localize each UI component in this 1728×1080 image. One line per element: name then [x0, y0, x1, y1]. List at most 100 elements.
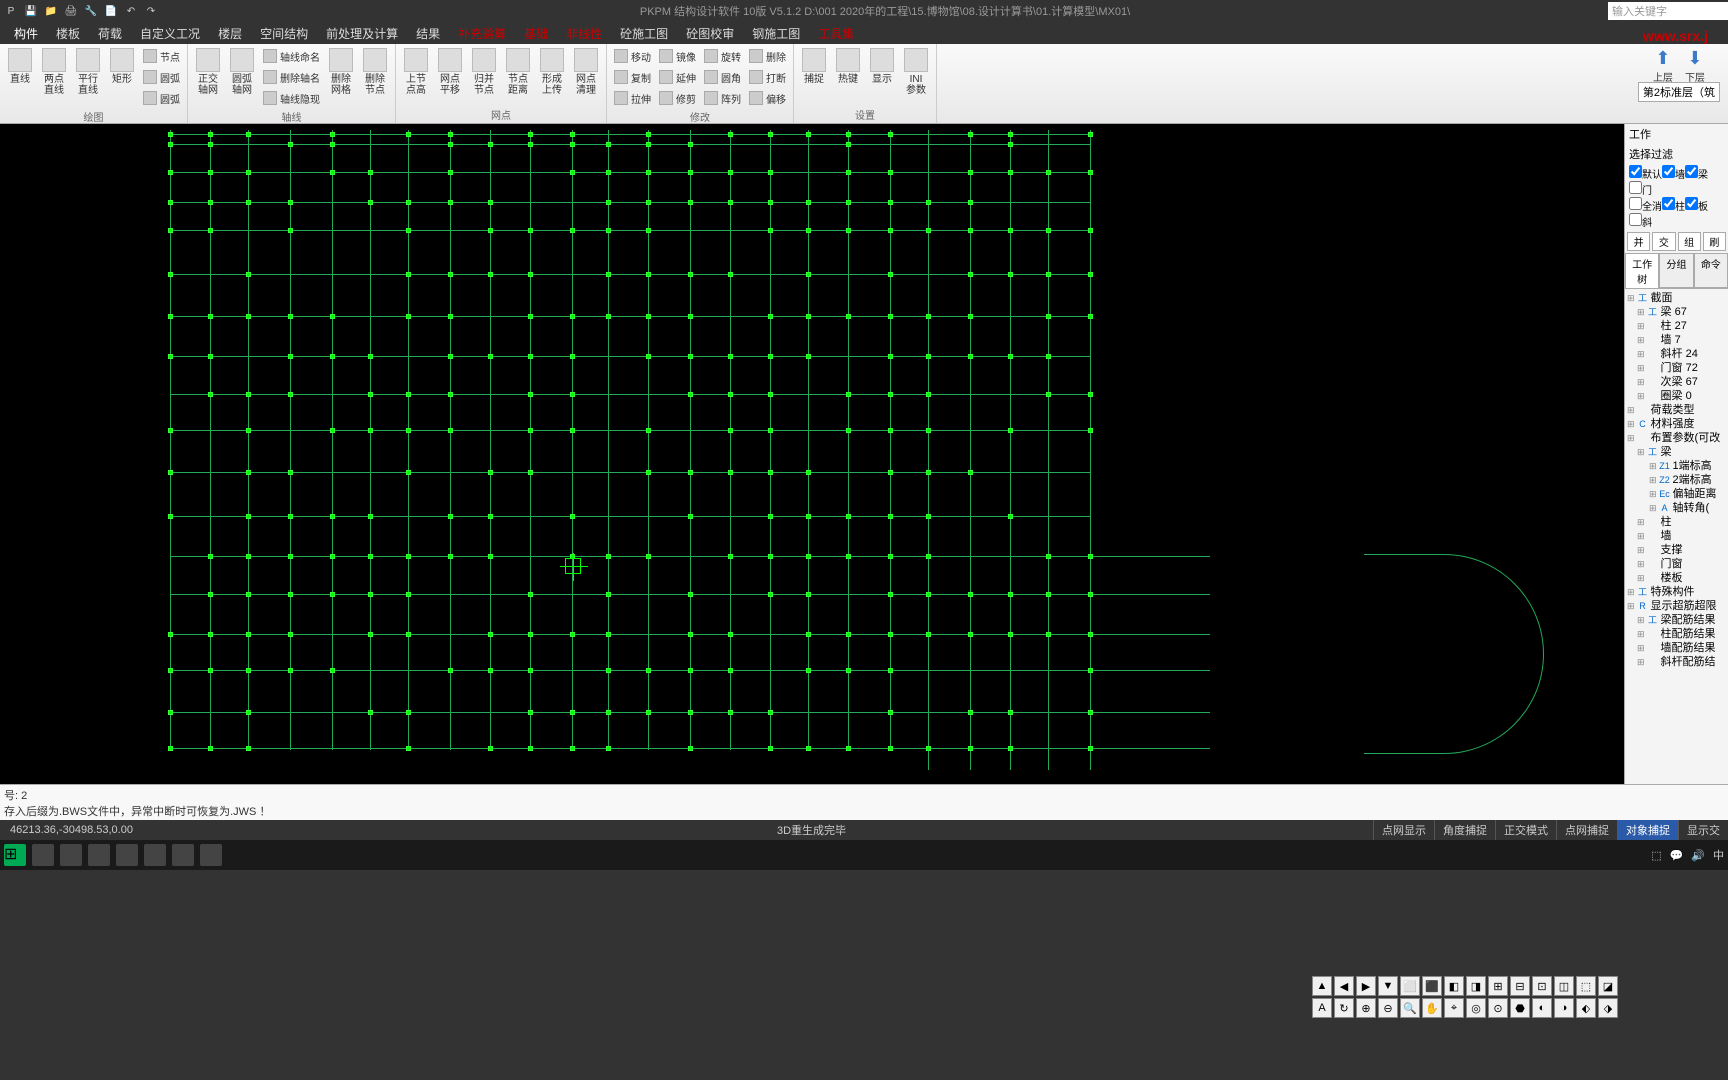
ribbon-btn[interactable]: 网点 平移 — [434, 46, 466, 98]
taskbar-app[interactable] — [172, 844, 194, 866]
view-btn[interactable]: ⬜ — [1400, 976, 1420, 996]
view-btn[interactable]: ⬗ — [1598, 998, 1618, 1018]
rp-btn-组[interactable]: 组 — [1678, 232, 1701, 251]
filter-墙[interactable]: 墙 — [1662, 170, 1685, 181]
menu-钢施工图[interactable]: 钢施工图 — [752, 25, 800, 42]
taskbar-app[interactable] — [88, 844, 110, 866]
ribbon-small-btn[interactable]: 删除 — [746, 46, 789, 66]
view-btn[interactable]: ◎ — [1466, 998, 1486, 1018]
filter-板[interactable]: 板 — [1685, 202, 1708, 213]
view-btn[interactable]: ◫ — [1554, 976, 1574, 996]
tree-item[interactable]: ⊞门窗 — [1625, 557, 1728, 571]
tree-item[interactable]: ⊞工梁 67 — [1625, 305, 1728, 319]
tree-item[interactable]: ⊞墙 7 — [1625, 333, 1728, 347]
view-btn[interactable]: ▼ — [1378, 976, 1398, 996]
filter-柱[interactable]: 柱 — [1662, 202, 1685, 213]
tree-item[interactable]: ⊞斜杆配筋结 — [1625, 655, 1728, 669]
view-btn[interactable]: ◀ — [1334, 976, 1354, 996]
floor-up[interactable]: ⬆上层 — [1650, 48, 1676, 80]
view-btn[interactable]: ⬣ — [1510, 998, 1530, 1018]
tree-item[interactable]: ⊞墙 — [1625, 529, 1728, 543]
ribbon-small-btn[interactable]: 节点 — [140, 46, 183, 66]
ribbon-small-btn[interactable]: 复制 — [611, 67, 654, 87]
ribbon-small-btn[interactable]: 圆弧 — [140, 67, 183, 87]
ime-indicator[interactable]: 中 — [1713, 847, 1724, 863]
taskbar-app[interactable] — [116, 844, 138, 866]
view-btn[interactable]: ⬖ — [1576, 998, 1596, 1018]
tree-item[interactable]: ⊞柱 — [1625, 515, 1728, 529]
view-btn[interactable]: ⬛ — [1422, 976, 1442, 996]
ribbon-small-btn[interactable]: 镜像 — [656, 46, 699, 66]
work-tree[interactable]: ⊞工截面⊞工梁 67⊞柱 27⊞墙 7⊞斜杆 24⊞门窗 72⊞次梁 67⊞圈梁… — [1625, 289, 1728, 784]
floor-down[interactable]: ⬇下层 — [1682, 48, 1708, 80]
view-btn[interactable]: 🔍 — [1400, 998, 1420, 1018]
tray-icon[interactable]: 🔊 — [1691, 849, 1705, 862]
view-btn[interactable]: ⊞ — [1488, 976, 1508, 996]
tree-item[interactable]: ⊞Ec偏轴距离 — [1625, 487, 1728, 501]
command-line[interactable]: 号: 2 存入后缀为.BWS文件中，异常中断时可恢复为.JWS ！ — [0, 784, 1728, 820]
view-btn[interactable]: ▲ — [1312, 976, 1332, 996]
tree-item[interactable]: ⊞斜杆 24 — [1625, 347, 1728, 361]
menu-前处理及计算[interactable]: 前处理及计算 — [326, 25, 398, 42]
view-btn[interactable]: ◧ — [1444, 976, 1464, 996]
view-btn[interactable]: ◨ — [1466, 976, 1486, 996]
filter-门[interactable]: 门 — [1629, 186, 1652, 197]
ribbon-small-btn[interactable]: 圆弧 — [140, 88, 183, 108]
rp-btn-并[interactable]: 并 — [1627, 232, 1650, 251]
toggle-角度捕捉[interactable]: 角度捕捉 — [1434, 820, 1495, 840]
view-btn[interactable]: ⊙ — [1488, 998, 1508, 1018]
view-btn[interactable]: ⌖ — [1444, 998, 1464, 1018]
menu-空间结构[interactable]: 空间结构 — [260, 25, 308, 42]
ribbon-btn[interactable]: 圆弧 轴网 — [226, 46, 258, 98]
toggle-点网捕捉[interactable]: 点网捕捉 — [1556, 820, 1617, 840]
ribbon-small-btn[interactable]: 删除轴名 — [260, 67, 323, 87]
ribbon-btn[interactable]: 捕捉 — [798, 46, 830, 87]
tree-item[interactable]: ⊞工梁配筋结果 — [1625, 613, 1728, 627]
ribbon-btn[interactable]: 节点 距离 — [502, 46, 534, 98]
menu-砼图校审[interactable]: 砼图校审 — [686, 25, 734, 42]
rp-tab-命令[interactable]: 命令 — [1694, 253, 1728, 288]
toggle-显示交[interactable]: 显示交 — [1678, 820, 1728, 840]
view-btn[interactable]: ⊟ — [1510, 976, 1530, 996]
ribbon-small-btn[interactable]: 打断 — [746, 67, 789, 87]
doc-icon[interactable]: 📄 — [104, 4, 118, 18]
menu-楼板[interactable]: 楼板 — [56, 25, 80, 42]
ribbon-small-btn[interactable]: 偏移 — [746, 88, 789, 108]
ribbon-btn[interactable]: 显示 — [866, 46, 898, 87]
print-icon[interactable]: 🖨 — [64, 4, 78, 18]
rp-tab-工作树[interactable]: 工作树 — [1625, 253, 1659, 288]
tree-item[interactable]: ⊞工特殊构件 — [1625, 585, 1728, 599]
system-tray[interactable]: ⬚ 💬 🔊 中 — [1651, 847, 1724, 863]
ribbon-small-btn[interactable]: 修剪 — [656, 88, 699, 108]
tree-item[interactable]: ⊞R显示超筋超限 — [1625, 599, 1728, 613]
ribbon-btn[interactable]: 两点 直线 — [38, 46, 70, 98]
menu-基础[interactable]: 基础 — [524, 25, 548, 42]
ribbon-btn[interactable]: 上节 点高 — [400, 46, 432, 98]
menu-结果[interactable]: 结果 — [416, 25, 440, 42]
tree-item[interactable]: ⊞墙配筋结果 — [1625, 641, 1728, 655]
toggle-正交模式[interactable]: 正交模式 — [1495, 820, 1556, 840]
ribbon-small-btn[interactable]: 轴线隐现 — [260, 88, 323, 108]
view-btn[interactable]: ⊡ — [1532, 976, 1552, 996]
view-btn[interactable]: ◪ — [1598, 976, 1618, 996]
ribbon-small-btn[interactable]: 移动 — [611, 46, 654, 66]
tree-item[interactable]: ⊞C材料强度 — [1625, 417, 1728, 431]
start-button[interactable]: ⊞ — [4, 844, 26, 866]
filter-默认[interactable]: 默认 — [1629, 170, 1662, 181]
taskbar-app[interactable] — [144, 844, 166, 866]
tree-item[interactable]: ⊞支撑 — [1625, 543, 1728, 557]
menu-工具集[interactable]: 工具集 — [818, 25, 854, 42]
view-btn[interactable]: ◑ — [1554, 998, 1574, 1018]
search-input[interactable]: 输入关键字 — [1608, 2, 1728, 20]
undo-icon[interactable]: ↶ — [124, 4, 138, 18]
tray-icon[interactable]: ⬚ — [1651, 849, 1661, 862]
toggle-对象捕捉[interactable]: 对象捕捉 — [1617, 820, 1678, 840]
view-btn[interactable]: ⊕ — [1356, 998, 1376, 1018]
view-btn[interactable]: ⬚ — [1576, 976, 1596, 996]
tree-item[interactable]: ⊞Z22端标高 — [1625, 473, 1728, 487]
view-btn[interactable]: ▶ — [1356, 976, 1376, 996]
ribbon-btn[interactable]: INI 参数 — [900, 46, 932, 98]
rp-btn-交[interactable]: 交 — [1652, 232, 1675, 251]
ribbon-btn[interactable]: 平行 直线 — [72, 46, 104, 98]
menu-非线性[interactable]: 非线性 — [566, 25, 602, 42]
